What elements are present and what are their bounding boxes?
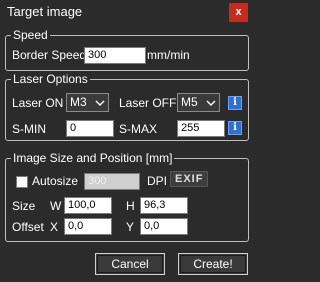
title-bar: Target image x xyxy=(0,0,253,24)
close-button[interactable]: x xyxy=(229,3,248,22)
laser-on-select[interactable]: M3 xyxy=(66,93,109,112)
smin-input[interactable]: 0 xyxy=(66,120,114,137)
cancel-button[interactable]: Cancel xyxy=(95,253,165,275)
smin-label: S-MIN xyxy=(12,122,46,136)
laser-off-select[interactable]: M5 xyxy=(177,93,220,112)
w-label: W xyxy=(50,199,62,213)
dpi-label: DPI xyxy=(147,174,168,188)
dpi-input[interactable]: 300 xyxy=(84,173,140,190)
width-input[interactable]: 100,0 xyxy=(64,197,112,214)
window-title: Target image xyxy=(7,4,83,19)
chevron-down-icon xyxy=(206,100,216,106)
laser-off-label: Laser OFF xyxy=(119,96,177,110)
speed-legend: Speed xyxy=(11,28,50,42)
x-label: X xyxy=(50,220,59,234)
create-button[interactable]: Create! xyxy=(178,253,248,275)
size-label: Size xyxy=(12,199,36,213)
laser-off-value: M5 xyxy=(181,95,198,109)
autosize-checkbox[interactable] xyxy=(16,176,28,188)
h-label: H xyxy=(126,199,135,213)
info-icon[interactable]: i xyxy=(228,121,242,135)
dialog-window: Target image x Speed Border Speed 300 mm… xyxy=(0,0,253,282)
laser-on-label: Laser ON xyxy=(12,96,64,110)
offset-label: Offset xyxy=(12,220,44,234)
offset-y-input[interactable]: 0,0 xyxy=(140,218,188,235)
exif-button[interactable]: EXIF xyxy=(170,171,209,187)
chevron-down-icon xyxy=(95,100,105,106)
height-input[interactable]: 96,3 xyxy=(140,197,188,214)
autosize-label[interactable]: Autosize xyxy=(32,174,78,188)
laser-on-value: M3 xyxy=(70,95,87,109)
laser-options-group: Laser Options Laser ON M3 Laser OFF M5 i… xyxy=(5,72,249,141)
border-speed-label: Border Speed xyxy=(12,48,87,62)
y-label: Y xyxy=(126,220,135,234)
offset-x-input[interactable]: 0,0 xyxy=(64,218,112,235)
image-size-legend: Image Size and Position [mm] xyxy=(11,151,175,165)
smax-label: S-MAX xyxy=(119,122,158,136)
border-speed-input[interactable]: 300 xyxy=(84,47,146,64)
speed-group: Speed Border Speed 300 mm/min xyxy=(5,28,249,71)
smax-input[interactable]: 255 xyxy=(177,120,225,137)
laser-options-legend: Laser Options xyxy=(11,72,90,86)
speed-unit-label: mm/min xyxy=(147,48,190,62)
image-size-group: Image Size and Position [mm] Autosize 30… xyxy=(5,151,249,242)
info-icon[interactable]: i xyxy=(228,96,242,110)
